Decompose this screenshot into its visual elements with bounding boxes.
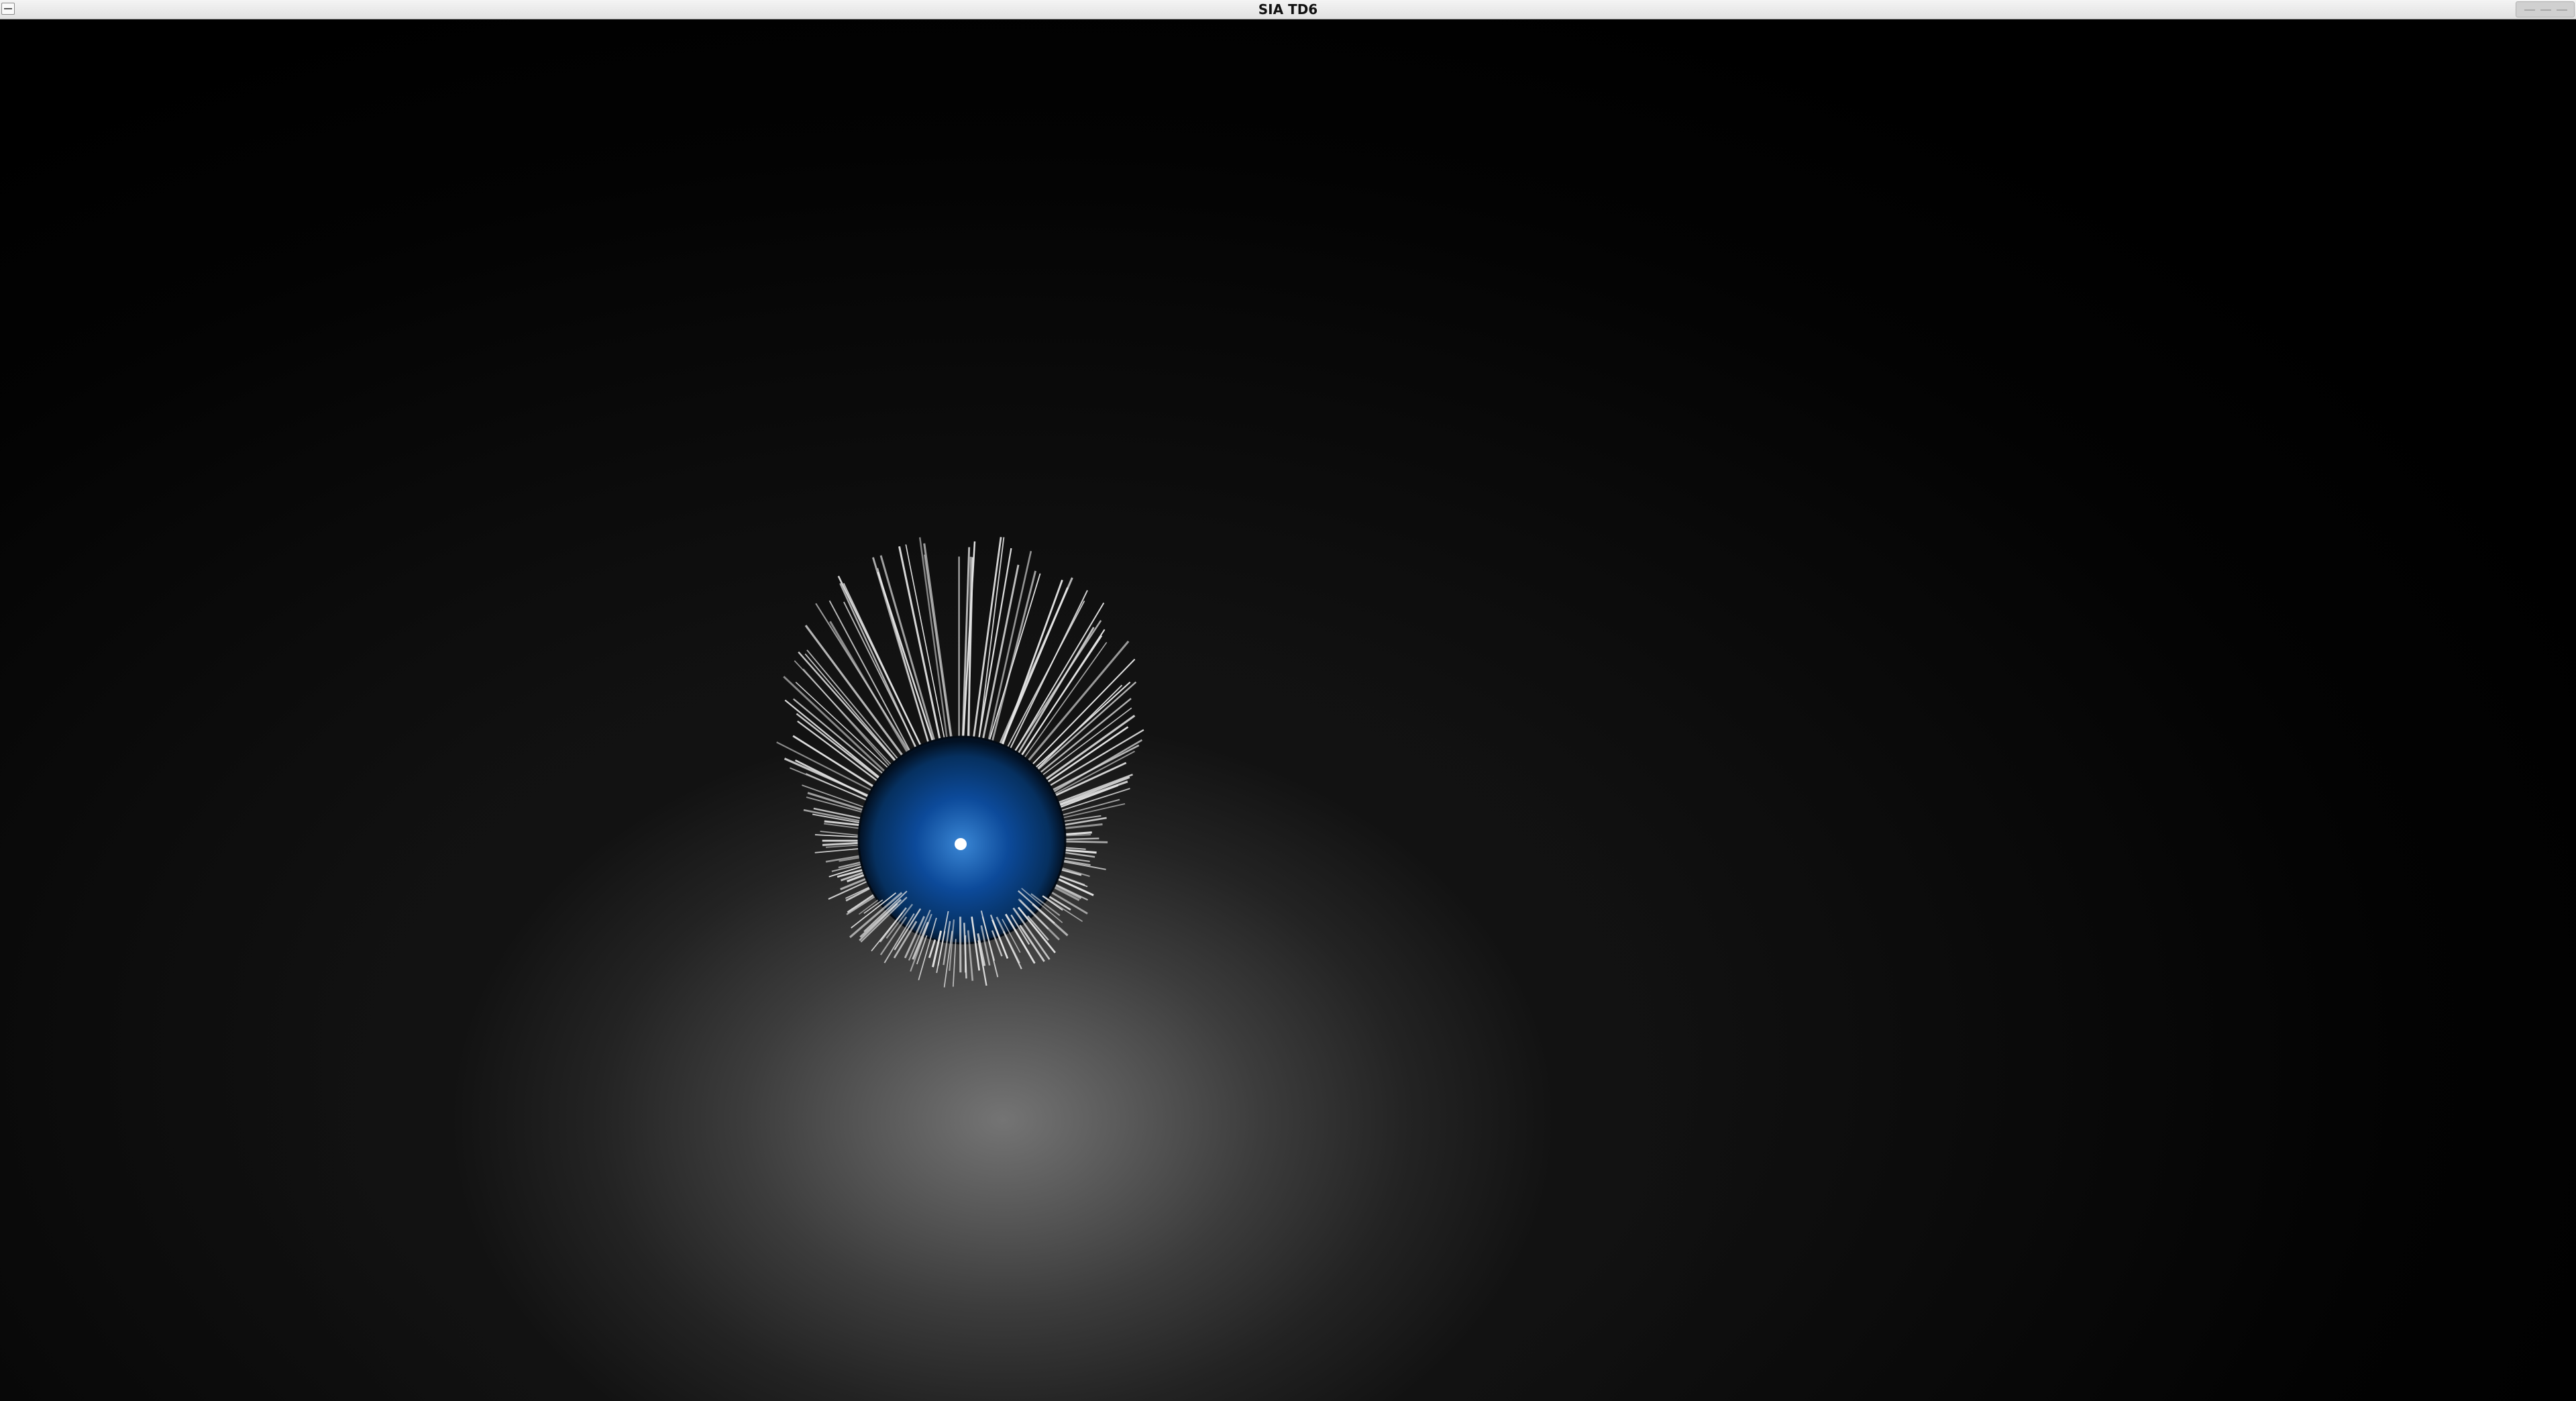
render-viewport[interactable] bbox=[0, 19, 2576, 1401]
app-window: SIA TD6 bbox=[0, 0, 2576, 1401]
hair-strand bbox=[790, 767, 869, 802]
light-marker bbox=[955, 838, 967, 850]
hair-strand bbox=[1001, 590, 1088, 766]
window-controls[interactable] bbox=[2516, 1, 2575, 17]
scene-canvas[interactable] bbox=[0, 19, 2576, 1401]
close-icon[interactable] bbox=[2557, 9, 2567, 11]
hair-strand bbox=[952, 939, 957, 987]
maximize-icon[interactable] bbox=[2540, 9, 2551, 11]
hair-strand bbox=[784, 699, 895, 790]
hair-strand bbox=[928, 939, 936, 958]
hair-strand bbox=[1059, 860, 1106, 870]
hair-strand bbox=[815, 603, 920, 769]
hair-strand bbox=[828, 600, 920, 769]
hair-strand bbox=[975, 548, 1012, 752]
minimize-icon[interactable] bbox=[2524, 9, 2535, 11]
window-title: SIA TD6 bbox=[1258, 1, 1318, 17]
hair-strand bbox=[923, 543, 953, 739]
hair-strand bbox=[820, 831, 859, 836]
title-bar[interactable]: SIA TD6 bbox=[0, 0, 2576, 19]
